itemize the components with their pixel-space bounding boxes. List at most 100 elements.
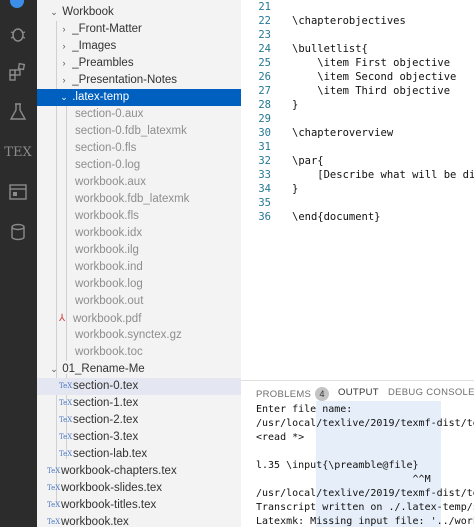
line-number: 34 — [258, 183, 271, 195]
line-number: 21 — [258, 1, 271, 13]
tree-item-label: workbook.pdf — [73, 313, 142, 325]
tab-output[interactable]: OUTPUT — [338, 387, 379, 403]
tex-icon[interactable]: TEX — [4, 140, 31, 164]
output-line: l.35 \input{\preamble@file} — [256, 460, 419, 471]
tree-file[interactable]: TeXsection-0.tex — [37, 378, 241, 395]
tree-file[interactable]: TeXworkbook-chapters.tex — [37, 463, 241, 480]
chevron-right-icon[interactable]: › — [59, 72, 69, 89]
code-line[interactable]: 25 \item First objective — [241, 56, 450, 70]
activity-bar: TEX — [0, 0, 37, 527]
tree-file[interactable]: workbook.fls — [37, 208, 241, 225]
tree-folder[interactable]: › _Preambles — [37, 55, 241, 72]
tex-file-icon: TeX — [59, 450, 73, 458]
tree-item-label: _Front-Matter — [72, 23, 142, 35]
tree-item-label: section-3.tex — [73, 431, 139, 443]
flask-icon[interactable] — [6, 100, 30, 124]
code-line[interactable]: 28} — [241, 98, 298, 112]
tree-file[interactable]: ⅄ workbook.pdf — [37, 310, 241, 327]
line-number: 22 — [258, 15, 271, 27]
tree-item-label: workbook-chapters.tex — [61, 465, 177, 477]
tree-folder[interactable]: ⌄ Workbook — [37, 4, 241, 21]
chevron-right-icon[interactable]: › — [59, 38, 69, 55]
output-line: Enter file name: — [256, 404, 353, 415]
tree-item-label: _Preambles — [72, 57, 134, 69]
line-number: 25 — [258, 57, 271, 69]
tree-file[interactable]: TeXworkbook-slides.tex — [37, 480, 241, 497]
tree-item-label: _Presentation-Notes — [72, 74, 178, 86]
tree-folder[interactable]: ⌄ .latex-temp — [37, 89, 241, 106]
tree-folder[interactable]: ⌄ 01_Rename-Me — [37, 361, 241, 378]
tree-file[interactable]: TeXsection-3.tex — [37, 429, 241, 446]
tree-file[interactable]: workbook.log — [37, 276, 241, 293]
code-line[interactable]: 27 \item Third objective — [241, 84, 450, 98]
tree-item-label: section-0.fls — [75, 142, 137, 154]
code-line[interactable]: 36 \end{document} — [241, 210, 380, 224]
tree-file[interactable]: workbook.aux — [37, 174, 241, 191]
tree-file[interactable]: section-0.aux — [37, 106, 241, 123]
code-text: \item Second objective — [292, 71, 457, 83]
chevron-down-icon[interactable]: ⌄ — [59, 89, 69, 106]
preview-panel-icon[interactable] — [6, 180, 30, 204]
chevron-down-icon[interactable]: ⌄ — [49, 361, 59, 378]
tab-problems[interactable]: PROBLEMS 4 — [256, 387, 330, 401]
tree-file[interactable]: section-0.log — [37, 157, 241, 174]
output-line: /usr/local/texlive/2019/texmf-dist/tex/ — [256, 418, 474, 429]
code-line[interactable]: 24 \bulletlist{ — [241, 42, 368, 56]
code-line[interactable]: 23 — [241, 28, 292, 42]
code-line[interactable]: 29 — [241, 112, 292, 126]
line-number: 24 — [258, 43, 271, 55]
tree-item-label: section-2.tex — [73, 414, 139, 426]
tree-item-label: section-1.tex — [73, 397, 139, 409]
chevron-down-icon[interactable]: ⌄ — [49, 4, 59, 21]
tree-file[interactable]: TeXsection-lab.tex — [37, 446, 241, 463]
tree-folder[interactable]: › _Presentation-Notes — [37, 72, 241, 89]
tree-file[interactable]: TeXworkbook-titles.tex — [37, 497, 241, 514]
tex-file-icon: TeX — [47, 467, 61, 475]
tree-file[interactable]: workbook.ilg — [37, 242, 241, 259]
tree-file[interactable]: TeXworkbook.tex — [37, 514, 241, 527]
code-line[interactable]: 21 — [241, 0, 292, 14]
tex-file-icon: TeX — [47, 484, 61, 492]
extensions-icon[interactable] — [6, 60, 30, 84]
code-line[interactable]: 35 — [241, 196, 292, 210]
database-icon[interactable] — [6, 220, 30, 244]
code-editor[interactable]: 21 22 \chapterobjectives 23 24 \bulletlist{25… — [241, 0, 474, 380]
code-line[interactable]: 34} — [241, 182, 298, 196]
code-line[interactable]: 31 — [241, 140, 292, 154]
notification-dot — [10, 0, 24, 8]
line-number: 26 — [258, 71, 271, 83]
tab-debug-console[interactable]: DEBUG CONSOLE — [388, 387, 474, 398]
output-line: ^^M — [256, 474, 431, 485]
code-line[interactable]: 33 [Describe what will be discus — [241, 168, 474, 182]
tree-folder[interactable]: › _Front-Matter — [37, 21, 241, 38]
tree-folder[interactable]: › _Images — [37, 38, 241, 55]
tree-file[interactable]: section-0.fls — [37, 140, 241, 157]
line-number: 23 — [258, 29, 271, 41]
tree-file[interactable]: workbook.fdb_latexmk — [37, 191, 241, 208]
tree-item-label: .latex-temp — [72, 91, 130, 103]
line-number: 27 — [258, 85, 271, 97]
tree-file[interactable]: workbook.out — [37, 293, 241, 310]
code-line[interactable]: 32 \par{ — [241, 154, 323, 168]
code-text: \item Third objective — [292, 85, 451, 97]
line-number: 31 — [258, 141, 271, 153]
tree-file[interactable]: workbook.ind — [37, 259, 241, 276]
tex-file-icon: TeX — [59, 433, 73, 441]
tree-file[interactable]: TeXsection-1.tex — [37, 395, 241, 412]
tree-file[interactable]: TeXsection-2.tex — [37, 412, 241, 429]
code-line[interactable]: 26 \item Second objective — [241, 70, 456, 84]
line-number: 33 — [258, 169, 271, 181]
tree-file[interactable]: section-0.fdb_latexmk — [37, 123, 241, 140]
tree-item-label: section-0.aux — [75, 108, 144, 120]
tree-file[interactable]: workbook.toc — [37, 344, 241, 361]
chevron-right-icon[interactable]: › — [59, 21, 69, 38]
tree-item-label: workbook.ilg — [75, 244, 139, 256]
debug-icon[interactable] — [6, 22, 30, 46]
code-line[interactable]: 22 \chapterobjectives — [241, 14, 405, 28]
tree-file[interactable]: workbook.idx — [37, 225, 241, 242]
tex-file-icon: TeX — [47, 501, 61, 509]
tree-file[interactable]: workbook.synctex.gz — [37, 327, 241, 344]
code-line[interactable]: 30 \chapteroverview — [241, 126, 393, 140]
chevron-right-icon[interactable]: › — [59, 55, 69, 72]
code-text: \item First objective — [292, 57, 451, 69]
